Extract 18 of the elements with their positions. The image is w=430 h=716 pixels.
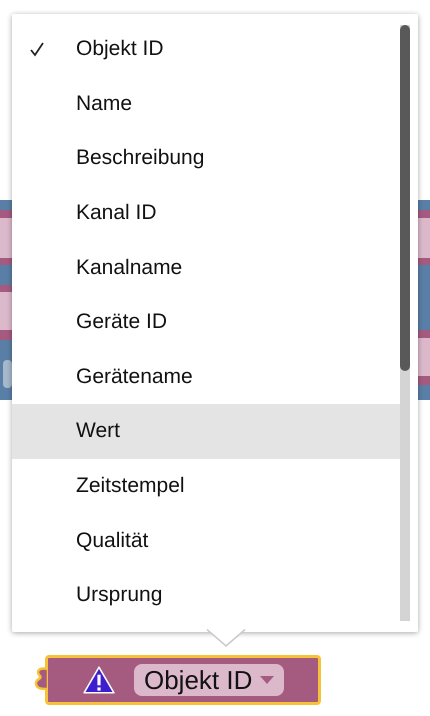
dropdown-field[interactable]: Objekt ID [134, 664, 284, 696]
menu-item[interactable]: Kanalname [12, 240, 400, 295]
field-block[interactable]: Objekt ID [45, 655, 321, 705]
menu-item[interactable]: Gerätename [12, 350, 400, 404]
checkmark-icon [29, 41, 45, 58]
block-connector [34, 667, 48, 691]
menu-item[interactable]: Wert [12, 404, 400, 459]
menu-item[interactable]: Qualität [12, 513, 400, 568]
menu-item[interactable]: Ursprung [12, 568, 400, 623]
caret-icon [260, 676, 274, 684]
menu-item[interactable]: Objekt ID [12, 22, 400, 77]
menu-item[interactable]: Geräte ID [12, 294, 400, 350]
scrollbar[interactable] [400, 25, 410, 621]
menu-item[interactable]: Beschreibung [12, 131, 400, 186]
menu-item[interactable]: Kanal ID [12, 186, 400, 240]
menu-item[interactable]: Zeitstempel [12, 458, 400, 514]
menu-item[interactable]: Name [12, 76, 400, 132]
warning-icon [82, 665, 116, 695]
